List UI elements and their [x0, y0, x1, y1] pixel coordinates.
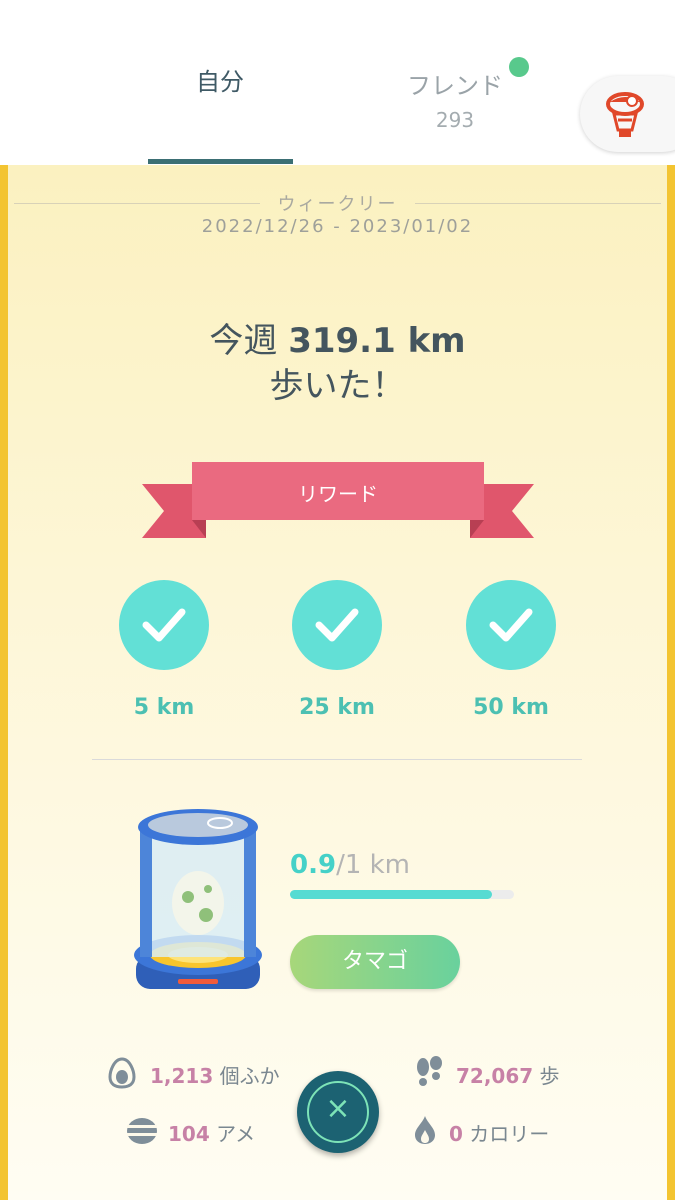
- egg-progress-bar: [290, 890, 514, 899]
- check-icon: [315, 608, 359, 642]
- weekly-distance-heading: 今週 319.1 km: [0, 313, 675, 362]
- egg-distance-current: 0.9: [290, 850, 337, 880]
- rewards-title: リワード: [298, 482, 378, 506]
- candy-icon: [127, 1118, 157, 1144]
- check-icon: [142, 608, 186, 642]
- footprints-icon: [417, 1056, 442, 1086]
- steps-stat: 72,067 歩: [456, 1060, 560, 1089]
- calories-unit: カロリー: [469, 1122, 550, 1146]
- reward-50km-badge: [466, 580, 556, 670]
- profile-icon: [606, 92, 644, 137]
- tab-friends[interactable]: フレンド: [385, 66, 525, 101]
- weekly-label: ウィークリー: [277, 194, 398, 215]
- egg-incubator-image: [134, 809, 262, 989]
- flame-icon: [415, 1116, 435, 1144]
- steps-value: 72,067: [456, 1064, 534, 1088]
- weekly-distance-value: 319.1 km: [288, 321, 466, 361]
- candy-value: 104: [168, 1122, 210, 1146]
- egg-icon: [108, 1057, 136, 1089]
- check-icon: [489, 608, 533, 642]
- eggs-hatched-unit: 個ふか: [219, 1064, 280, 1088]
- notification-dot: [509, 57, 529, 77]
- profile-button[interactable]: [580, 76, 675, 152]
- tab-self-indicator: [148, 159, 293, 164]
- egg-distance-progress: 0.9/1 km: [290, 850, 410, 880]
- eggs-hatched-value: 1,213: [150, 1064, 214, 1088]
- reward-label: 50 km: [473, 695, 549, 720]
- date-range: 2022/12/26 - 2023/01/02: [201, 216, 474, 237]
- calories-stat: 0 カロリー: [449, 1118, 549, 1147]
- top-tab-bar: 自分 フレンド 293: [0, 0, 675, 165]
- candy-unit: アメ: [216, 1122, 256, 1146]
- section-divider: [92, 759, 582, 760]
- reward-label: 5 km: [133, 695, 195, 720]
- egg-distance-total: /1 km: [336, 850, 411, 880]
- tab-self[interactable]: 自分: [148, 62, 292, 97]
- reward-5km-badge: [119, 580, 209, 670]
- divider-left: [14, 203, 260, 204]
- calories-value: 0: [449, 1122, 463, 1146]
- eggs-hatched-stat: 1,213 個ふか: [150, 1060, 280, 1089]
- divider-right: [415, 203, 661, 204]
- reward-25km-badge: [292, 580, 382, 670]
- friend-count: 293: [435, 108, 475, 132]
- reward-label: 25 km: [299, 695, 375, 720]
- eggs-button[interactable]: タマゴ: [290, 935, 460, 989]
- candy-stat: 104 アメ: [168, 1118, 255, 1147]
- steps-unit: 歩: [539, 1064, 560, 1088]
- distance-prefix: 今週: [209, 321, 278, 361]
- walked-text: 歩いた！: [269, 366, 406, 406]
- close-button[interactable]: ×: [297, 1071, 379, 1153]
- close-icon: ×: [325, 1091, 351, 1126]
- egg-progress-fill: [290, 890, 492, 899]
